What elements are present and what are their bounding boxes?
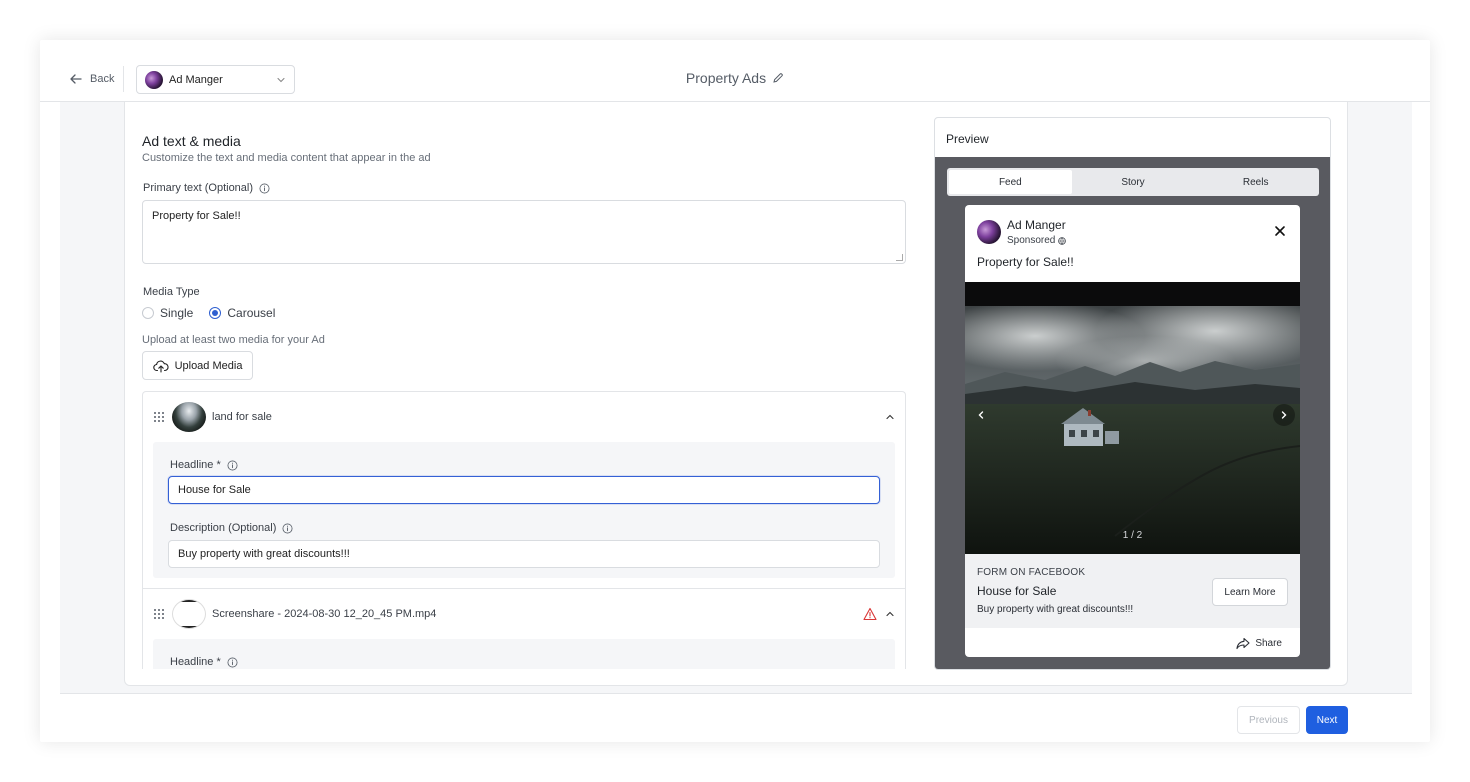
headline-input[interactable]: House for Sale — [168, 476, 880, 504]
cta-headline: House for Sale — [977, 584, 1057, 598]
preview-tabs: Feed Story Reels — [947, 168, 1319, 196]
headline-value: House for Sale — [178, 484, 251, 496]
radio-carousel[interactable]: Carousel — [209, 306, 275, 320]
chevron-right-icon — [1281, 411, 1287, 419]
post-account-name: Ad Manger — [1007, 218, 1066, 232]
share-button[interactable]: Share — [1235, 635, 1282, 651]
drag-handle-icon[interactable] — [153, 608, 165, 620]
section-title: Ad text & media — [142, 133, 241, 149]
media-type-label-text: Media Type — [143, 286, 200, 298]
preview-stage: Feed Story Reels Ad Manger Sponsored Pro… — [935, 157, 1330, 669]
carousel-counter: 1 / 2 — [1122, 530, 1143, 541]
media-thumbnail — [172, 599, 206, 629]
preview-panel: Preview Feed Story Reels Ad Manger Spons… — [934, 117, 1331, 670]
top-bar: Back Ad Manger Property Ads — [40, 40, 1430, 102]
post-sponsored-label: Sponsored — [1007, 235, 1056, 246]
tab-story[interactable]: Story — [1072, 170, 1195, 194]
media-item-body: Headline * House for Sale Description (O… — [153, 442, 895, 578]
media-type-label: Media Type — [143, 286, 200, 298]
page-title: Property Ads — [40, 70, 1430, 86]
media-item-body: Headline * — [153, 639, 895, 669]
description-input[interactable]: Buy property with great discounts!!! — [168, 540, 880, 568]
app-window: Back Ad Manger Property Ads Ad text & me… — [40, 40, 1430, 742]
upload-hint: Upload at least two media for your Ad — [142, 334, 325, 346]
upload-hint-text: Upload at least two media for your Ad — [142, 334, 325, 346]
cta-description: Buy property with great discounts!!! — [977, 604, 1134, 615]
radio-single-control[interactable] — [142, 307, 154, 319]
headline-label-text: Headline * — [170, 656, 221, 668]
chevron-up-icon[interactable] — [885, 609, 895, 619]
resize-handle[interactable] — [896, 254, 903, 261]
house-landscape-image — [965, 306, 1300, 554]
globe-icon — [1058, 236, 1067, 245]
media-item-header[interactable]: Screenshare - 2024-08-30 12_20_45 PM.mp4 — [143, 589, 905, 639]
learn-more-button[interactable]: Learn More — [1212, 578, 1288, 606]
cta-source: FORM ON FACEBOOK — [977, 567, 1086, 578]
tab-feed[interactable]: Feed — [949, 170, 1072, 194]
description-value: Buy property with great discounts!!! — [178, 548, 350, 560]
primary-text-label-text: Primary text (Optional) — [143, 182, 254, 194]
carousel-media[interactable]: 1 / 2 — [965, 282, 1300, 554]
info-icon[interactable] — [227, 460, 238, 471]
post-text: Property for Sale!! — [977, 255, 1074, 269]
primary-text-label: Primary text (Optional) — [143, 182, 270, 194]
post-avatar — [977, 220, 1001, 244]
media-thumbnail — [172, 402, 206, 432]
radio-single-label: Single — [160, 306, 194, 320]
media-item-name: land for sale — [212, 411, 272, 423]
description-label-text: Description (Optional) — [170, 522, 277, 534]
primary-text-value: Property for Sale!! — [152, 210, 241, 222]
share-icon — [1236, 637, 1250, 650]
section-subtitle: Customize the text and media content tha… — [142, 152, 431, 164]
radio-single[interactable]: Single — [142, 306, 193, 320]
description-label: Description (Optional) — [170, 522, 293, 534]
chevron-left-icon — [978, 411, 984, 419]
headline-label-text: Headline * — [170, 459, 221, 471]
warning-icon — [863, 607, 877, 621]
pencil-icon[interactable] — [772, 72, 784, 84]
footer-divider — [60, 693, 1412, 694]
tab-reels[interactable]: Reels — [1194, 170, 1317, 194]
media-list: land for sale Headline * House for Sale … — [142, 391, 906, 669]
page-title-text: Property Ads — [685, 70, 767, 86]
upload-media-button[interactable]: Upload Media — [142, 351, 253, 380]
cloud-upload-icon — [152, 360, 169, 373]
share-label: Share — [1255, 637, 1282, 649]
previous-button[interactable]: Previous — [1237, 706, 1300, 734]
headline-label: Headline * — [170, 459, 238, 471]
close-icon[interactable] — [1274, 225, 1286, 237]
info-icon[interactable] — [259, 183, 270, 194]
upload-media-label: Upload Media — [174, 359, 243, 372]
ad-post-preview: Ad Manger Sponsored Property for Sale!! — [965, 205, 1300, 657]
info-icon[interactable] — [282, 523, 293, 534]
drag-handle-icon[interactable] — [153, 411, 165, 423]
carousel-next-button[interactable] — [1273, 404, 1295, 426]
media-item-name: Screenshare - 2024-08-30 12_20_45 PM.mp4 — [212, 608, 437, 620]
chevron-up-icon[interactable] — [885, 412, 895, 422]
cta-area: FORM ON FACEBOOK House for Sale Buy prop… — [965, 554, 1300, 628]
info-icon[interactable] — [227, 657, 238, 668]
preview-title: Preview — [946, 132, 989, 146]
carousel-prev-button[interactable] — [970, 404, 992, 426]
radio-carousel-control[interactable] — [209, 307, 222, 319]
media-item-header[interactable]: land for sale — [143, 392, 905, 442]
next-button[interactable]: Next — [1306, 706, 1348, 734]
headline-label: Headline * — [170, 656, 238, 668]
post-sponsored: Sponsored — [1007, 235, 1067, 246]
media-type-radio-group: Single Carousel — [142, 306, 275, 320]
primary-text-input[interactable]: Property for Sale!! — [142, 200, 906, 264]
radio-carousel-label: Carousel — [227, 306, 276, 320]
